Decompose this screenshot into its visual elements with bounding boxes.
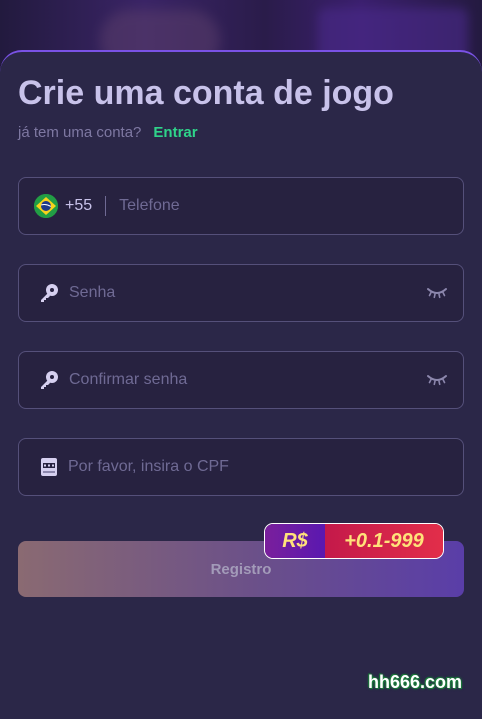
confirm-password-field[interactable]: Confirmar senha bbox=[18, 351, 464, 409]
eye-closed-icon[interactable] bbox=[427, 285, 447, 299]
eye-closed-icon[interactable] bbox=[427, 372, 447, 386]
login-prompt: já tem uma conta? Entrar bbox=[18, 124, 198, 141]
cpf-field[interactable]: Por favor, insira o CPF bbox=[18, 438, 464, 496]
site-watermark: hh666.com bbox=[367, 672, 462, 692]
cpf-input[interactable]: Por favor, insira o CPF bbox=[68, 458, 229, 476]
confirm-password-input[interactable]: Confirmar senha bbox=[69, 371, 187, 389]
phone-field[interactable]: +55 Telefone bbox=[18, 177, 464, 235]
password-field[interactable]: Senha bbox=[18, 264, 464, 322]
page-title: Crie uma conta de jogo bbox=[18, 74, 394, 112]
promo-badge: R$ +0.1-999 bbox=[264, 523, 444, 559]
register-sheet: Crie uma conta de jogo já tem uma conta?… bbox=[0, 50, 482, 719]
login-question: já tem uma conta? bbox=[18, 124, 142, 141]
key-icon bbox=[41, 371, 58, 389]
promo-amount: +0.1-999 bbox=[325, 524, 443, 558]
country-code[interactable]: +55 bbox=[65, 197, 92, 215]
key-icon bbox=[41, 284, 58, 302]
field-divider bbox=[105, 196, 107, 216]
brazil-flag-icon[interactable] bbox=[34, 194, 58, 218]
phone-input[interactable]: Telefone bbox=[119, 197, 180, 215]
cpf-card-icon bbox=[41, 458, 57, 476]
login-link[interactable]: Entrar bbox=[153, 124, 197, 141]
password-input[interactable]: Senha bbox=[69, 284, 115, 302]
promo-currency: R$ bbox=[265, 524, 325, 558]
